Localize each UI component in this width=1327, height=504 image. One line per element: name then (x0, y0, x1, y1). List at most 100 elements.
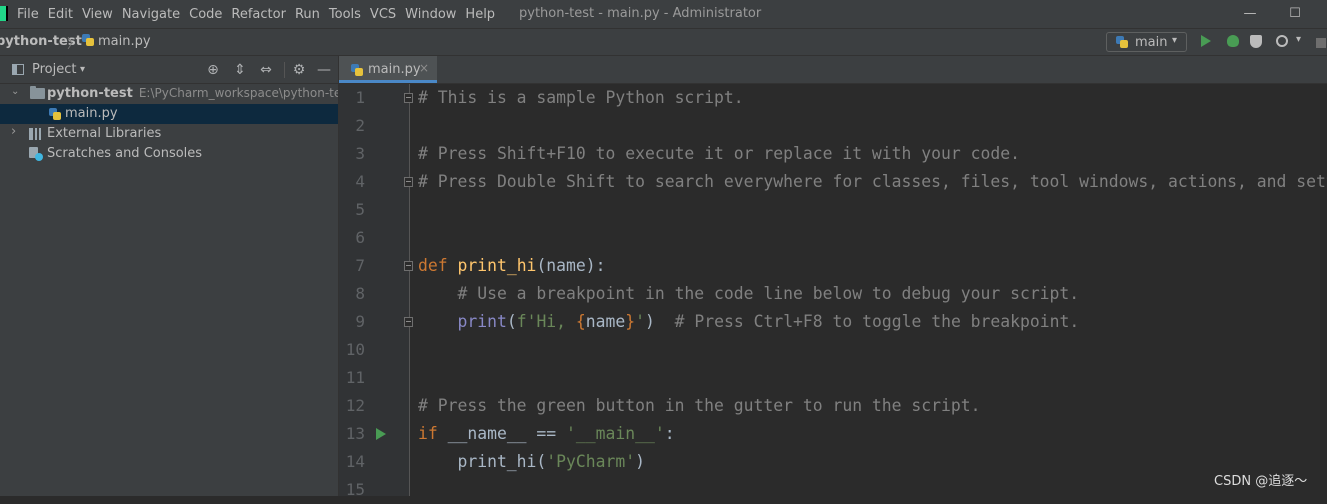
line-number[interactable]: 15 (339, 476, 365, 504)
gutter-run-icon[interactable] (376, 428, 386, 440)
code-token: ) (635, 452, 645, 471)
tree-item-label: External Libraries (47, 126, 162, 141)
project-path: E:\PyCharm_workspace\python-test (138, 86, 353, 100)
line-number[interactable]: 11 (339, 364, 365, 392)
project-view-selector[interactable]: Project (32, 62, 76, 77)
chevron-down-icon[interactable]: ▾ (80, 64, 85, 75)
menu-item-file[interactable]: File (17, 7, 39, 22)
code-token: print_hi (457, 256, 537, 275)
line-number[interactable]: 2 (339, 112, 365, 140)
code-line[interactable]: print(f'Hi, {name}') # Press Ctrl+F8 to … (418, 308, 1079, 336)
code-token: ' (635, 312, 646, 331)
collapse-all-icon[interactable]: ⇔ (258, 62, 274, 78)
line-number[interactable]: 13 (339, 420, 365, 448)
menu-item-view[interactable]: View (82, 7, 113, 22)
python-icon (1116, 36, 1128, 48)
more-run-actions-icon[interactable]: ▾ (1296, 34, 1301, 45)
code-line[interactable]: # Press Double Shift to search everywher… (418, 168, 1327, 196)
line-number[interactable]: 7 (339, 252, 365, 280)
run-configuration-label: main (1135, 35, 1168, 50)
tree-item-label: main.py (65, 106, 118, 121)
chevron-down-icon[interactable]: ⌄ (11, 86, 19, 97)
tree-item-external-libraries[interactable]: › External Libraries (0, 124, 338, 144)
gear-icon[interactable]: ⚙ (291, 62, 307, 78)
line-number[interactable]: 3 (339, 140, 365, 168)
library-icon (29, 128, 43, 140)
fold-marker-icon[interactable] (404, 317, 413, 327)
header-divider (284, 62, 285, 78)
line-number[interactable]: 9 (339, 308, 365, 336)
tree-item-project-root[interactable]: ⌄ python-test E:\PyCharm_workspace\python… (0, 84, 352, 104)
debug-bug-icon[interactable] (1227, 35, 1239, 47)
tab-label: main.py (368, 62, 421, 77)
minimize-button[interactable]: — (1240, 4, 1260, 24)
stop-icon[interactable] (1316, 38, 1326, 48)
line-number[interactable]: 8 (339, 280, 365, 308)
run-configuration-selector[interactable]: main ▾ (1106, 32, 1187, 52)
code-token: '__main__' (566, 424, 665, 443)
line-number[interactable]: 4 (339, 168, 365, 196)
menu-item-edit[interactable]: Edit (48, 7, 73, 22)
python-file-icon (49, 108, 61, 120)
folder-icon (30, 86, 45, 99)
code-line[interactable]: # Press the green button in the gutter t… (418, 392, 980, 420)
run-icon[interactable] (1201, 35, 1211, 47)
code-token: name (585, 312, 626, 331)
line-number[interactable]: 14 (339, 448, 365, 476)
code-token: # Press Ctrl+F8 to toggle the breakpoint… (674, 312, 1080, 331)
fold-marker-icon[interactable] (404, 177, 413, 187)
code-token: f'Hi, (516, 312, 576, 331)
fold-marker-icon[interactable] (404, 261, 413, 271)
tab-main-py[interactable]: main.py × (339, 56, 437, 83)
menu-item-navigate[interactable]: Navigate (122, 7, 180, 22)
menu-item-run[interactable]: Run (295, 7, 320, 22)
menu-item-window[interactable]: Window (405, 7, 456, 22)
editor-tab-bar: main.py × (339, 56, 1327, 84)
code-line[interactable]: def print_hi(name): (418, 252, 606, 280)
line-number-gutter[interactable]: 1 2 3 4 5 6 7 8 9 10 11 12 13 14 15 (339, 84, 413, 499)
code-line[interactable]: # Use a breakpoint in the code line belo… (418, 280, 1079, 308)
line-number[interactable]: 10 (339, 336, 365, 364)
menu-item-code[interactable]: Code (189, 7, 222, 22)
expand-all-icon[interactable]: ⇕ (232, 62, 248, 78)
code-editor[interactable]: # This is a sample Python script. # Press… (418, 84, 1327, 496)
menu-item-tools[interactable]: Tools (329, 7, 361, 22)
fold-marker-icon[interactable] (404, 93, 413, 103)
project-panel-header: Project ▾ ⊕ ⇕ ⇔ ⚙ — (0, 56, 338, 84)
locate-file-icon[interactable]: ⊕ (205, 62, 221, 78)
navigation-bar: python-test 〉 main.py main ▾ ▾ (0, 28, 1327, 56)
close-icon[interactable]: × (419, 61, 429, 75)
code-token: __name__ == (447, 424, 567, 443)
code-token: # This is a sample Python script. (418, 88, 744, 107)
maximize-button[interactable]: ☐ (1285, 4, 1305, 24)
menu-item-help[interactable]: Help (465, 7, 495, 22)
menu-item-refactor[interactable]: Refactor (231, 7, 286, 22)
code-line[interactable]: if __name__ == '__main__': (418, 420, 675, 448)
code-line[interactable]: # Press Shift+F10 to execute it or repla… (418, 140, 1020, 168)
python-file-icon (351, 64, 363, 76)
chevron-down-icon: ▾ (1172, 35, 1178, 46)
code-line[interactable]: print_hi('PyCharm') (418, 448, 645, 476)
code-token: print (457, 312, 507, 331)
code-token: # Use a breakpoint in the code line belo… (418, 284, 1080, 303)
hide-panel-icon[interactable]: — (316, 62, 332, 78)
watermark: CSDN @追逐～ (1214, 474, 1308, 489)
line-number[interactable]: 5 (339, 196, 365, 224)
menu-item-vcs[interactable]: VCS (370, 7, 396, 22)
coverage-shield-icon[interactable] (1250, 35, 1262, 48)
code-token: # Press the green button in the gutter t… (418, 396, 981, 415)
line-number[interactable]: 6 (339, 224, 365, 252)
code-token: print_hi( (418, 452, 547, 471)
tree-item-main-py[interactable]: main.py (0, 104, 338, 124)
breadcrumb-file[interactable]: main.py (82, 34, 151, 49)
line-number[interactable]: 12 (339, 392, 365, 420)
code-token: : (664, 424, 675, 443)
chevron-right-icon[interactable]: › (11, 124, 16, 139)
profile-icon[interactable] (1276, 35, 1288, 47)
tree-item-scratches[interactable]: Scratches and Consoles (0, 144, 338, 164)
project-view-icon (12, 64, 24, 75)
project-panel: Project ▾ ⊕ ⇕ ⇔ ⚙ — ⌄ python-test E:\PyCh… (0, 56, 352, 496)
line-number[interactable]: 1 (339, 84, 365, 112)
tree-item-label: Scratches and Consoles (47, 146, 203, 161)
code-line[interactable]: # This is a sample Python script. (418, 84, 744, 112)
